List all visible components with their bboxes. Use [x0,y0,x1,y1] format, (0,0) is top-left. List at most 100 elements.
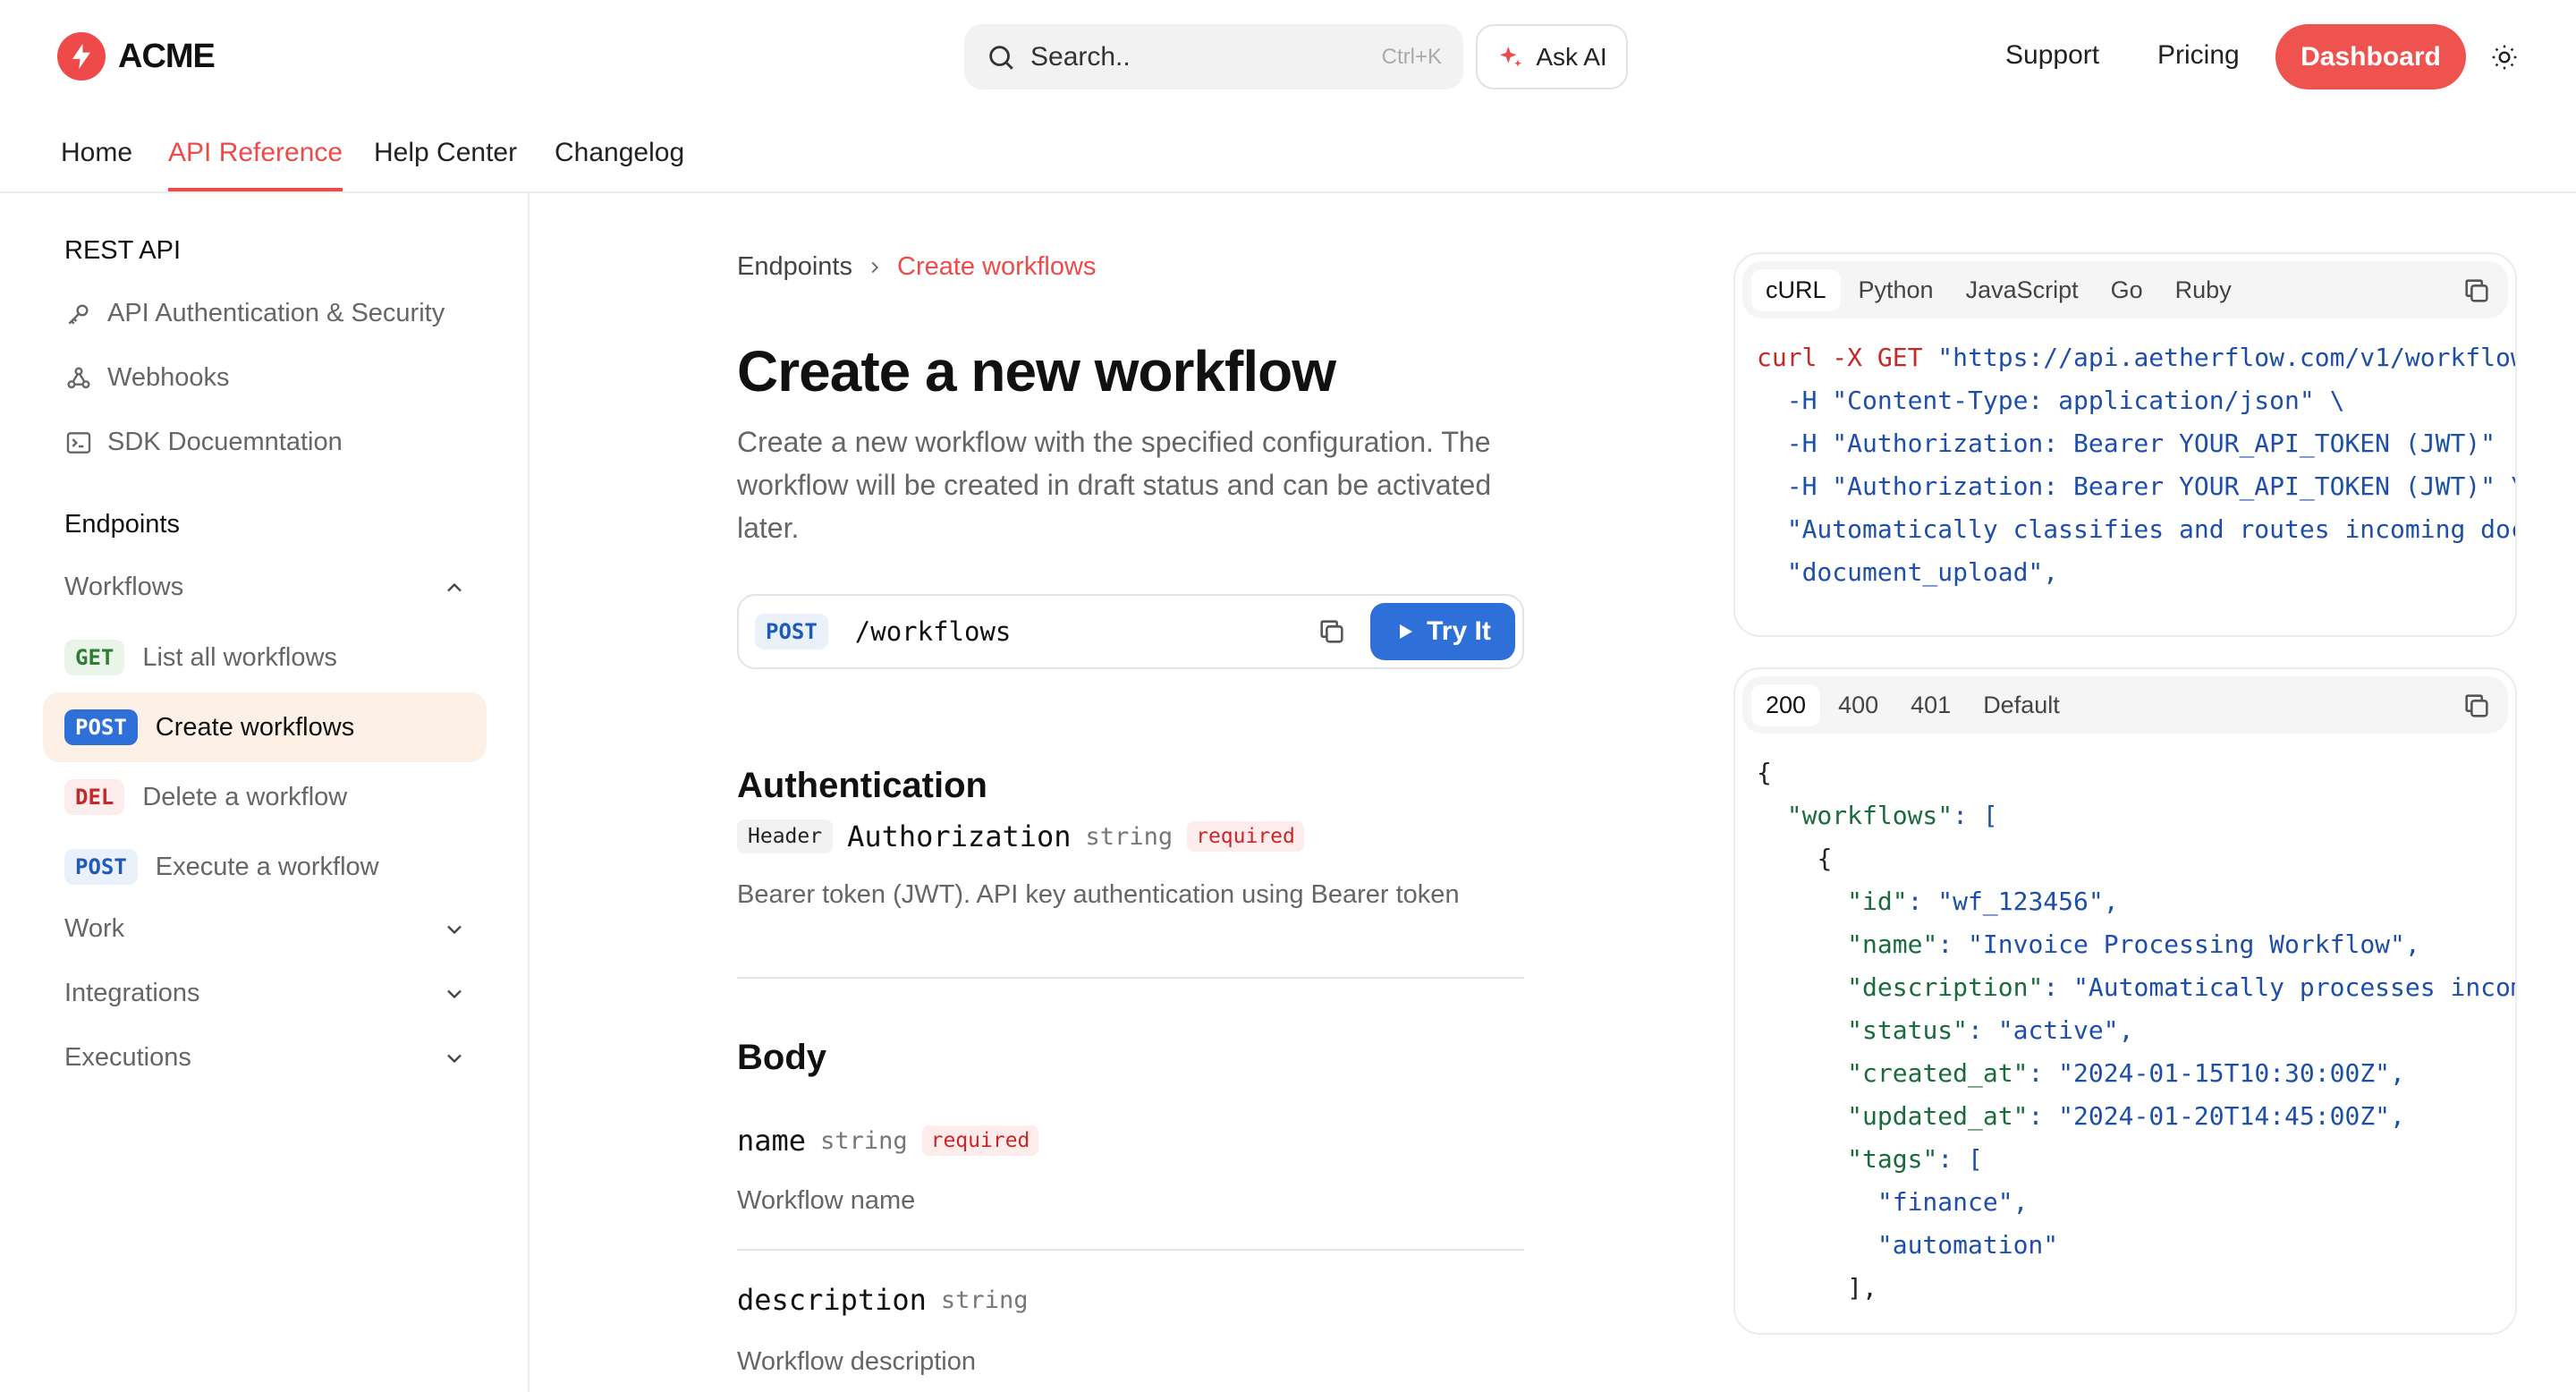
sidebar-item-create-workflows[interactable]: POST Create workflows [43,692,487,762]
json-value: "automation" [1877,1230,2059,1260]
tab-400[interactable]: 400 [1824,684,1893,726]
ask-ai-button[interactable]: Ask AI [1476,24,1628,89]
logo-bolt-icon [57,32,106,81]
logo[interactable]: ACME [57,32,216,81]
code-line: "description": "Automatically processes … [1757,966,2515,1009]
nav-tabs: Home API Reference Help Center Changelog [0,113,2576,193]
breadcrumb-current: Create workflows [897,252,1097,281]
code-line: -H "Authorization: Bearer YOUR_API_TOKEN… [1757,422,2515,465]
tab-curl[interactable]: cURL [1751,268,1841,311]
pricing-link[interactable]: Pricing [2157,40,2240,71]
dashboard-button[interactable]: Dashboard [2275,24,2466,89]
sidebar-item-list-workflows[interactable]: GET List all workflows [43,623,487,692]
tab-401[interactable]: 401 [1896,684,1965,726]
try-it-button[interactable]: Try It [1370,603,1515,660]
method-badge: DEL [64,779,125,815]
response-code-panel: 200 400 401 Default { "workflows": [ { "… [1733,667,2517,1335]
sidebar-item-label: List all workflows [142,642,337,672]
required-badge: required [1187,821,1304,852]
param-description: Workflow name [737,1186,916,1215]
param-name: Authorization [847,819,1072,853]
sidebar-item-sdk[interactable]: SDK Docuemntation [64,428,343,457]
endpoint-bar: POST /workflows Try It [737,594,1524,669]
sidebar-item-delete-workflow[interactable]: DEL Delete a workflow [43,762,487,832]
response-code: { "workflows": [ { "id": "wf_123456", "n… [1735,741,2515,1310]
json-key: "created_at" [1847,1058,2029,1088]
breadcrumb: Endpoints Create workflows [737,252,1096,282]
sun-icon[interactable] [2490,43,2519,72]
play-icon [1400,624,1413,639]
body-param-row: name string required [737,1124,1039,1158]
terminal-icon [66,431,91,454]
support-link[interactable]: Support [2005,40,2099,71]
group-workflows[interactable]: Workflows [64,573,467,602]
json-key: "description" [1847,972,2044,1002]
tab-default[interactable]: Default [1969,684,2074,726]
json-value: : "wf_123456", [1907,887,2119,916]
tab-home[interactable]: Home [61,138,132,188]
divider [737,1249,1524,1251]
tab-javascript[interactable]: JavaScript [1952,269,2093,311]
param-type: string [940,1286,1029,1314]
copy-icon[interactable] [2462,691,2492,721]
code-command: curl -X GET [1757,343,1923,372]
tab-changelog[interactable]: Changelog [555,138,684,188]
sidebar-item-webhooks[interactable]: Webhooks [64,363,230,393]
main-content: Endpoints Create workflows Create a new … [530,193,1692,1392]
param-name: name [737,1124,807,1158]
code-text: "Automatically classifies and routes inc… [1786,514,2515,544]
copy-icon[interactable] [2462,276,2492,306]
sidebar-item-label: Delete a workflow [142,782,348,811]
sidebar-item-label: Create workflows [155,712,355,742]
logo-text: ACME [118,37,216,75]
copy-icon[interactable] [1317,616,1347,647]
code-line: "status": "active", [1757,1009,2515,1052]
group-label: Integrations [64,979,200,1007]
json-value: { [1757,758,1772,787]
param-type: string [1085,822,1174,851]
rest-api-heading: REST API [64,236,182,265]
code-line: ], [1757,1267,2515,1310]
json-value: : "2024-01-20T14:45:00Z", [2028,1101,2405,1131]
divider [737,977,1524,979]
tab-200[interactable]: 200 [1751,683,1821,726]
code-line: "name": "Invoice Processing Workflow", [1757,923,2515,966]
param-description: Workflow description [737,1347,977,1376]
search-input[interactable]: Search.. Ctrl+K [964,24,1463,89]
page-title: Create a new workflow [737,339,1336,403]
tab-go[interactable]: Go [2097,269,2157,311]
tab-python[interactable]: Python [1844,269,1948,311]
json-value: : "2024-01-15T10:30:00Z", [2028,1058,2405,1088]
group-executions[interactable]: Executions [64,1043,467,1073]
page-description: Create a new workflow with the specified… [737,426,1492,544]
body-heading: Body [737,1038,826,1077]
chevron-down-icon [447,989,462,998]
authentication-heading: Authentication [737,766,987,805]
param-type: string [820,1126,908,1155]
tab-ruby[interactable]: Ruby [2161,269,2246,311]
sidebar-item-authentication[interactable]: API Authentication & Security [64,299,445,328]
code-text: -H "Authorization: Bearer YOUR_API_TOKEN… [1757,471,2517,501]
json-key: "status" [1847,1015,1969,1045]
breadcrumb-parent[interactable]: Endpoints [737,252,852,282]
tab-api-reference[interactable]: API Reference [168,138,343,191]
code-line: { [1757,837,2515,880]
group-work[interactable]: Work [64,914,467,944]
group-integrations[interactable]: Integrations [64,979,467,1008]
tab-help-center[interactable]: Help Center [374,138,517,188]
sidebar-item-execute-workflow[interactable]: POST Execute a workflow [43,832,487,902]
param-name: description [737,1283,927,1317]
ask-ai-label: Ask AI [1536,42,1607,71]
json-key: "updated_at" [1847,1101,2029,1131]
code-line: "automation" [1757,1224,2515,1267]
json-value: : "Automatically processes incoming invo… [2043,972,2515,1002]
code-line: -H "Content-Type: application/json" \ [1757,379,2515,422]
code-line: "tags": [ [1757,1138,2515,1181]
endpoint-path: /workflows [854,616,1012,647]
